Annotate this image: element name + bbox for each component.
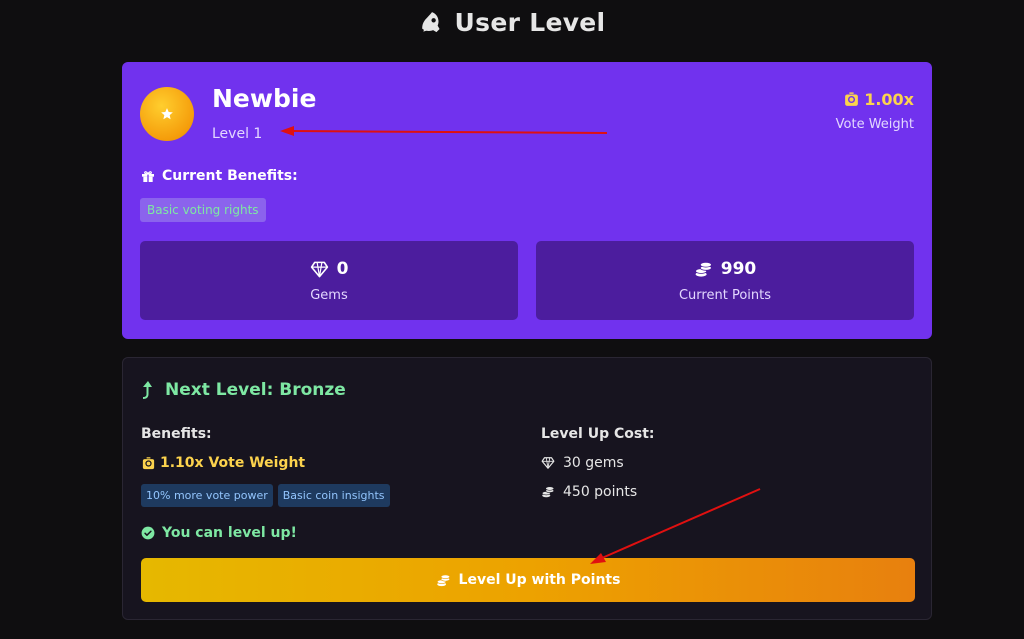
gem-icon [541,457,555,469]
level-up-button[interactable]: Level Up with Points [141,558,915,602]
coins-icon [694,261,712,277]
current-level-card: Newbie Level 1 1.00x Vote Weight Current… [122,62,932,339]
points-value: 990 [720,259,757,279]
benefit-tag: Basic coin insights [277,484,390,507]
gems-label: Gems [310,288,348,303]
level-up-cost-heading: Level Up Cost: [541,426,655,442]
benefit-tag: Basic voting rights [140,198,266,222]
next-vote-weight: 1.10x Vote Weight [141,455,305,471]
gems-value: 0 [336,259,349,279]
points-stat: 990 Current Points [536,241,914,320]
vote-weight-value: 1.00x [864,90,914,109]
next-level-card: Next Level: Bronze Benefits: Level Up Co… [122,357,932,620]
weight-icon [142,456,155,469]
benefit-tag: 10% more vote power [141,484,273,507]
gems-cost: 30 gems [541,455,624,471]
next-level-title: Next Level: Bronze [141,380,346,400]
vote-weight: 1.00x Vote Weight [836,90,914,132]
gems-stat: 0 Gems [140,241,518,320]
page-header: User Level [0,8,1024,37]
next-benefit-tags: 10% more vote power Basic coin insights [141,484,390,507]
rocket-icon [421,11,440,32]
level-up-status: You can level up! [141,525,297,541]
current-benefits-heading: Current Benefits: [140,168,298,184]
level-up-button-label: Level Up with Points [458,572,621,588]
check-circle-icon [141,526,155,540]
gift-icon [142,171,154,182]
points-label: Current Points [678,288,771,303]
level-up-arrow-icon [143,381,152,399]
gem-icon [310,261,328,277]
weight-icon [845,92,859,106]
page-title: User Level [454,8,606,37]
level-name: Newbie [212,84,317,113]
coins-icon [541,486,555,498]
points-cost: 450 points [541,484,637,500]
level-number: Level 1 [212,126,263,142]
level-badge [140,87,194,141]
next-benefits-heading: Benefits: [141,426,212,442]
coins-icon [436,574,450,586]
vote-weight-label: Vote Weight [835,117,914,132]
star-icon [161,108,173,120]
